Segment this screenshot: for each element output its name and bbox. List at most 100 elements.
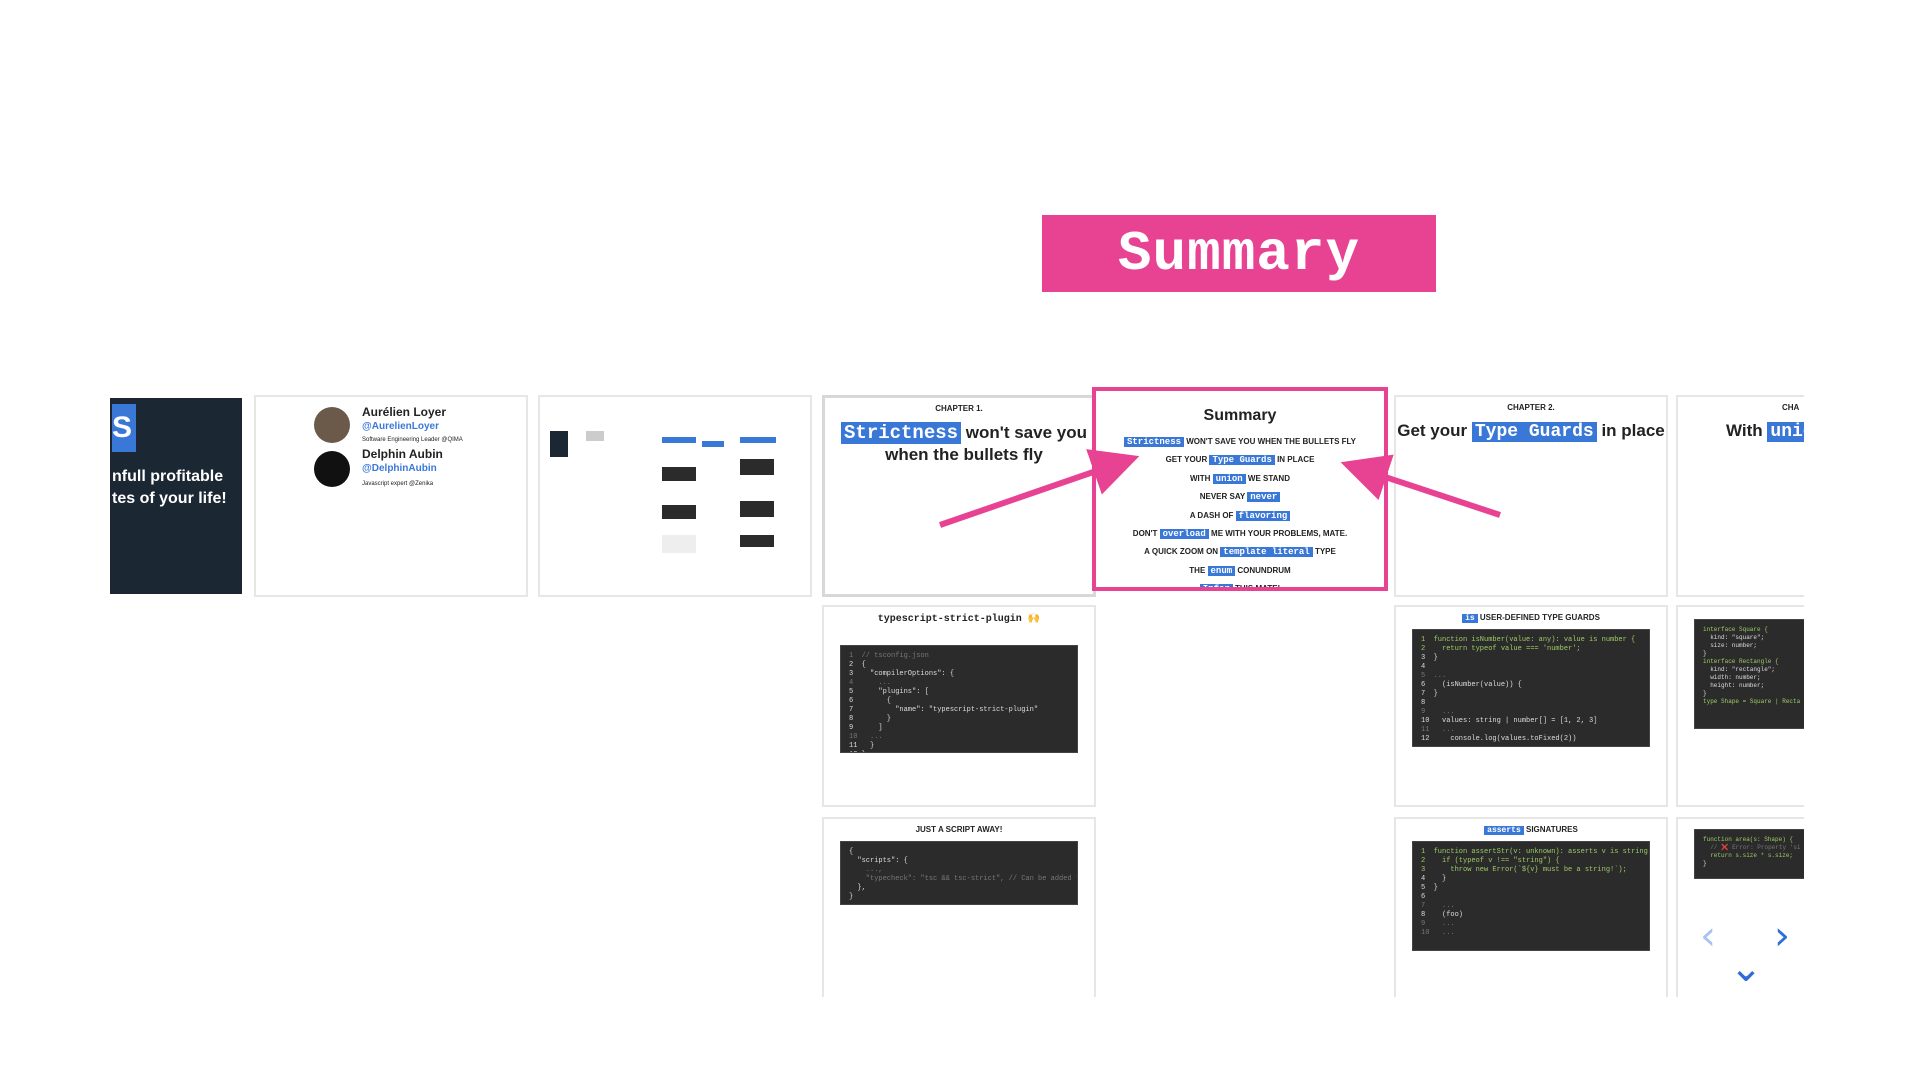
- slide-strict-plugin[interactable]: typescript-strict-plugin 🙌 1 // tsconfig…: [822, 605, 1096, 807]
- ts-logo-icon: S: [112, 404, 136, 452]
- heading-text: With: [1726, 421, 1763, 440]
- code-line: 2 if (typeof v !== "string") {: [1421, 857, 1560, 865]
- code-line: {: [849, 848, 854, 856]
- summary-item-text: A QUICK ZOOM ON: [1144, 547, 1221, 557]
- chapter-label: CHAPTER 2.: [1507, 403, 1555, 412]
- summary-item-text: THE: [1189, 565, 1208, 575]
- code-line: 6: [1421, 893, 1426, 901]
- map-thumb-blue: [740, 437, 776, 443]
- code-line: 9 ...: [1421, 920, 1455, 928]
- map-thumb-code: [662, 467, 696, 481]
- summary-item: Infer THIS MATE!: [1096, 580, 1384, 591]
- summary-item-text: WITH: [1190, 473, 1213, 483]
- nav-down-button[interactable]: ⌄: [1728, 945, 1764, 991]
- summary-item-text: NEVER SAY: [1199, 492, 1248, 502]
- summary-item: A QUICK ZOOM ON template literal TYPE: [1096, 543, 1384, 561]
- slide-cover[interactable]: S nfull profitable tes of your life!: [110, 398, 242, 594]
- nav-next-button[interactable]: ›: [1764, 913, 1800, 959]
- code-line: 10 ...: [1421, 929, 1455, 937]
- summary-item-text: WE STAND: [1245, 473, 1290, 483]
- keyword-highlight: Type Guards: [1471, 422, 1597, 442]
- code-line: 10 values: string | number[] = [1, 2, 3]: [1421, 717, 1598, 725]
- keyword-highlight: unic: [1767, 422, 1804, 442]
- nav-prev-button[interactable]: ‹: [1690, 913, 1726, 959]
- summary-item-keyword: flavoring: [1235, 510, 1291, 521]
- slide-script[interactable]: JUST A SCRIPT AWAY! { "scripts": { ..., …: [822, 817, 1096, 997]
- code-line: 5 "plugins": [: [849, 688, 929, 696]
- speaker-role-1: Software Engineering Leader @QIMA: [362, 437, 463, 443]
- summary-item: THE enum CONUNDRUM: [1096, 562, 1384, 580]
- code-line: // ❌ Error: Property 'si: [1703, 844, 1801, 851]
- slide-overview-map[interactable]: [538, 395, 812, 597]
- speaker-name-1: Aurélien Loyer: [362, 405, 447, 419]
- code-block: function area(s: Shape) { // ❌ Error: Pr…: [1694, 829, 1804, 879]
- code-line: 1 function isNumber(value: any): value i…: [1421, 636, 1636, 644]
- code-line: function area(s: Shape) {: [1703, 836, 1794, 843]
- summary-item-text: WON'T SAVE YOU WHEN THE BULLETS FLY: [1184, 437, 1356, 446]
- code-line: return s.size * s.size;: [1703, 852, 1794, 859]
- heading-text: Get your: [1397, 421, 1468, 440]
- summary-item-keyword: Strictness: [1124, 437, 1185, 447]
- slide-title: asserts SIGNATURES: [1396, 825, 1666, 835]
- summary-item-text: IN PLACE: [1274, 455, 1315, 465]
- slide-asserts[interactable]: asserts SIGNATURES 1 function assertStr(…: [1394, 817, 1668, 997]
- slide-chapter-2[interactable]: CHAPTER 2. Get your Type Guards in place: [1394, 395, 1668, 597]
- summary-list: Strictness WON'T SAVE YOU WHEN THE BULLE…: [1096, 433, 1384, 591]
- map-thumb-code: [740, 501, 774, 517]
- summary-item-keyword: Type Guards: [1209, 455, 1275, 466]
- code-line: 5 ...: [1421, 672, 1447, 680]
- map-thumb-code: [740, 459, 774, 475]
- map-thumb-blue: [662, 437, 696, 443]
- slide-title: is USER-DEFINED TYPE GUARDS: [1396, 613, 1666, 623]
- code-line: "scripts": {: [849, 857, 908, 865]
- slide-title-text: USER-DEFINED TYPE GUARDS: [1479, 613, 1600, 622]
- summary-item-text: GET YOUR: [1165, 455, 1210, 465]
- code-line: }: [1703, 650, 1707, 657]
- summary-item-keyword: Infer: [1199, 584, 1233, 587]
- code-line: ...,: [849, 866, 883, 874]
- slide-chapter-1[interactable]: CHAPTER 1. Strictness won't save you whe…: [822, 395, 1096, 597]
- code-line: 2 return typeof value === 'number';: [1421, 645, 1581, 653]
- code-line: 11 }: [849, 742, 875, 750]
- code-block: 1 function isNumber(value: any): value i…: [1412, 629, 1650, 747]
- slide-speakers[interactable]: Aurélien Loyer @AurelienLoyer Software E…: [254, 395, 528, 597]
- code-line: interface Square {: [1703, 626, 1768, 633]
- code-line: },: [849, 884, 866, 892]
- code-line: 2 {: [849, 661, 866, 669]
- map-thumb-code: [662, 505, 696, 519]
- code-line: 3 "compilerOptions": {: [849, 670, 955, 678]
- speaker-handle-1[interactable]: @AurelienLoyer: [362, 421, 439, 432]
- cover-line-2: tes of your life!: [112, 490, 227, 507]
- slide-chapter-3[interactable]: CHA With unic: [1676, 395, 1804, 597]
- code-block: interface Square { kind: "square"; size:…: [1694, 619, 1804, 729]
- summary-item: NEVER SAY never: [1096, 488, 1384, 506]
- code-line: 7 "name": "typescript-strict-plugin": [849, 706, 1039, 714]
- chapter-heading: Get your Type Guards in place: [1396, 421, 1666, 442]
- map-thumb-code: [740, 535, 774, 547]
- chapter-heading: Strictness won't save you when the bulle…: [839, 422, 1089, 466]
- summary-item: Strictness WON'T SAVE YOU WHEN THE BULLE…: [1096, 433, 1384, 451]
- code-line: 6 {: [849, 697, 892, 705]
- chapter-label: CHAPTER 1.: [935, 404, 983, 413]
- slide-summary-selected[interactable]: Summary Strictness WON'T SAVE YOU WHEN T…: [1092, 387, 1388, 591]
- chapter-label: CHA: [1782, 403, 1800, 412]
- summary-item: A DASH OF flavoring: [1096, 507, 1384, 525]
- summary-slide-title: Summary: [1203, 407, 1277, 424]
- code-line: }: [1703, 860, 1707, 867]
- code-line: }: [1703, 690, 1707, 697]
- summary-item: DON'T overload ME WITH YOUR PROBLEMS, MA…: [1096, 525, 1384, 543]
- code-line: 12 console.log(values.toFixed(2)): [1421, 735, 1577, 743]
- code-line: 10 ...: [849, 733, 883, 741]
- slide-is-guards[interactable]: is USER-DEFINED TYPE GUARDS 1 function i…: [1394, 605, 1668, 807]
- code-line: 4 ...: [849, 679, 892, 687]
- code-line: interface Rectangle {: [1703, 658, 1779, 665]
- code-line: kind: "rectangle";: [1703, 666, 1776, 673]
- summary-item-text: THIS MATE!: [1232, 584, 1281, 591]
- slide-title: typescript-strict-plugin 🙌: [877, 614, 1041, 625]
- summary-item: WITH union WE STAND: [1096, 470, 1384, 488]
- slide-shape-union[interactable]: interface Square { kind: "square"; size:…: [1676, 605, 1804, 807]
- code-line: 7 }: [1421, 690, 1438, 698]
- code-line: 8: [1421, 699, 1426, 707]
- speaker-handle-2[interactable]: @DelphinAubin: [362, 463, 437, 474]
- summary-item-keyword: union: [1212, 473, 1246, 484]
